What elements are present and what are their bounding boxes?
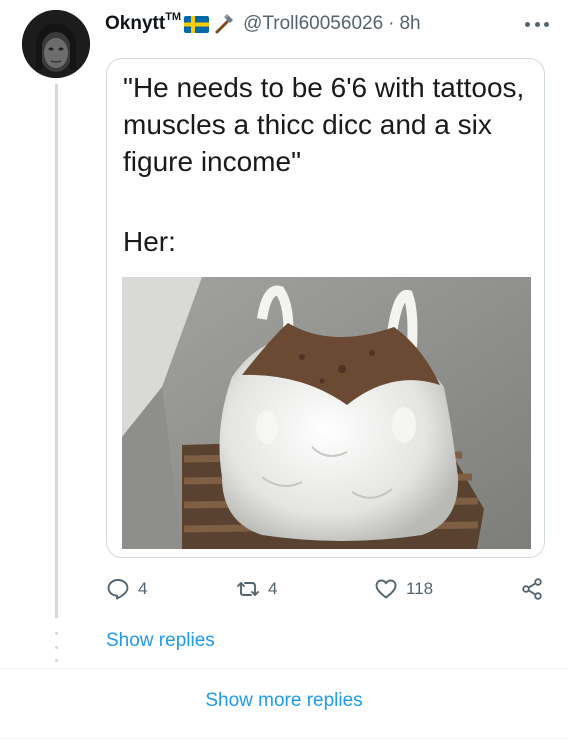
- separator-dot: ·: [388, 13, 395, 34]
- her-text: Her:: [123, 226, 176, 257]
- quote-text: "He needs to be 6'6 with tattoos, muscle…: [123, 72, 525, 177]
- display-name[interactable]: Oknytt: [105, 13, 165, 35]
- thread-dots: [53, 632, 60, 662]
- divider: [0, 668, 568, 669]
- sweden-flag-icon: [184, 15, 210, 33]
- avatar[interactable]: [22, 10, 90, 78]
- reply-count: 4: [138, 579, 148, 598]
- tweet[interactable]: Oknytt TM @Troll60056026 · 8h "He needs …: [0, 0, 568, 680]
- share-icon: [522, 578, 542, 600]
- show-more-replies-link[interactable]: Show more replies: [0, 690, 568, 712]
- like-count: 118: [406, 579, 434, 598]
- reply-icon: [107, 579, 129, 600]
- quoted-media-card[interactable]: "He needs to be 6'6 with tattoos, muscle…: [106, 58, 545, 558]
- more-icon[interactable]: [522, 14, 552, 34]
- divider: [0, 738, 568, 739]
- user-handle[interactable]: @Troll60056026: [243, 13, 383, 35]
- heart-icon: [375, 579, 397, 599]
- reply-button[interactable]: 4: [106, 574, 147, 604]
- share-button[interactable]: [520, 574, 552, 604]
- show-replies-link[interactable]: Show replies: [106, 630, 215, 652]
- tweet-actions: 4 4 118: [106, 574, 546, 604]
- trademark-superscript: TM: [165, 11, 182, 23]
- hammer-icon: [215, 14, 234, 34]
- thread-line: [55, 84, 58, 618]
- retweet-count: 4: [268, 579, 278, 598]
- sack-photo[interactable]: [122, 277, 531, 549]
- retweet-button[interactable]: 4: [236, 574, 277, 604]
- tweet-header: Oknytt TM @Troll60056026 · 8h: [105, 11, 552, 36]
- retweet-icon: [237, 582, 259, 596]
- timestamp[interactable]: 8h: [399, 13, 420, 35]
- like-button[interactable]: 118: [374, 574, 433, 604]
